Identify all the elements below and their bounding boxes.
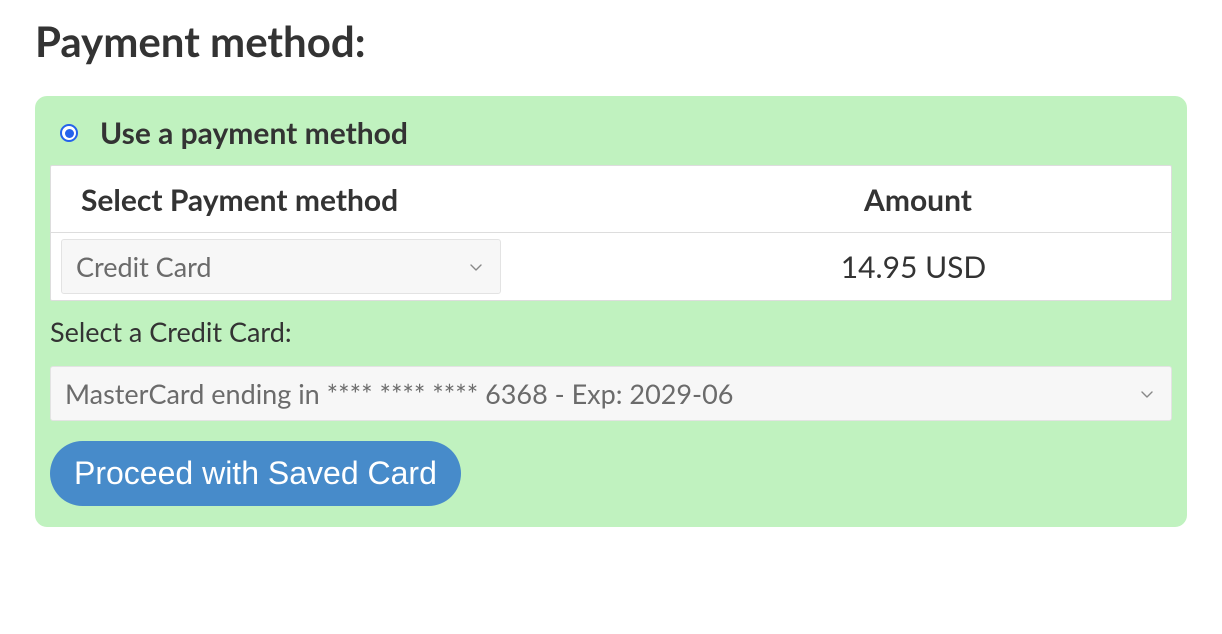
- table-header-method: Select Payment method: [81, 182, 675, 218]
- amount-value: 14.95 USD: [666, 249, 1161, 285]
- chevron-down-icon: [1139, 386, 1155, 402]
- radio-selected-icon[interactable]: [60, 124, 78, 142]
- table-header-amount: Amount: [675, 182, 1161, 218]
- payment-table: Select Payment method Amount Credit Card…: [50, 165, 1172, 301]
- use-payment-method-option[interactable]: Use a payment method: [50, 115, 1172, 151]
- table-row: Credit Card 14.95 USD: [51, 233, 1171, 300]
- payment-panel: Use a payment method Select Payment meth…: [35, 96, 1187, 527]
- page-title: Payment method:: [35, 16, 1187, 66]
- payment-method-select[interactable]: Credit Card: [61, 239, 501, 294]
- proceed-button[interactable]: Proceed with Saved Card: [50, 441, 461, 506]
- credit-card-selected-value: MasterCard ending in **** **** **** 6368…: [65, 377, 733, 410]
- payment-method-selected-value: Credit Card: [76, 250, 212, 283]
- chevron-down-icon: [468, 259, 484, 275]
- select-credit-card-label: Select a Credit Card:: [50, 315, 1172, 348]
- use-payment-method-label: Use a payment method: [100, 115, 408, 151]
- credit-card-select[interactable]: MasterCard ending in **** **** **** 6368…: [50, 366, 1172, 421]
